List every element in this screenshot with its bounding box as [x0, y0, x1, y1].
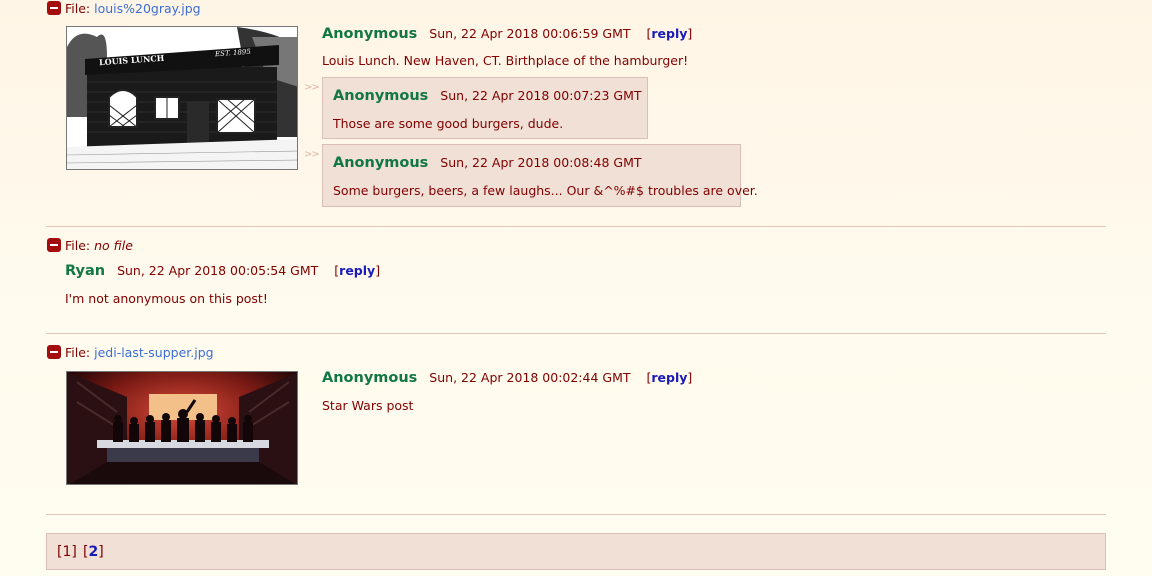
poster-name: Anonymous — [322, 26, 418, 42]
reply-post: Anonymous Sun, 22 Apr 2018 00:08:48 GMT … — [322, 144, 758, 207]
collapse-post-icon[interactable] — [47, 345, 61, 359]
reply-link[interactable]: reply — [651, 26, 687, 41]
file-link[interactable]: louis%20gray.jpg — [94, 1, 200, 16]
file-info: File: jedi-last-supper.jpg — [65, 345, 214, 360]
post-divider — [46, 333, 1106, 334]
reply-message: Those are some good burgers, dude. — [333, 116, 564, 131]
no-file-text: no file — [94, 238, 133, 253]
reply-arrows: >> — [304, 82, 320, 93]
reply-date: Sun, 22 Apr 2018 00:08:48 GMT — [440, 155, 642, 170]
page-current: [1] — [57, 544, 77, 560]
reply-header: Anonymous Sun, 22 Apr 2018 00:08:48 GMT — [333, 155, 642, 171]
post-image-louis-lunch[interactable]: LOUIS LUNCH EST. 1895 — [66, 26, 298, 170]
file-label: File: — [65, 238, 91, 253]
post-date: Sun, 22 Apr 2018 00:05:54 GMT — [117, 263, 319, 278]
reply-message: Some burgers, beers, a few laughs... Our… — [333, 183, 758, 198]
post-message: I'm not anonymous on this post! — [65, 291, 268, 306]
file-label: File: — [65, 345, 91, 360]
reply-poster-name: Anonymous — [333, 88, 429, 104]
page-link-wrap: [2] — [83, 544, 104, 560]
collapse-post-icon[interactable] — [47, 1, 61, 15]
reply-arrows: >> — [304, 149, 320, 160]
poster-name: Ryan — [65, 263, 106, 279]
post-header: Anonymous Sun, 22 Apr 2018 00:02:44 GMT … — [322, 370, 692, 386]
post-header: Anonymous Sun, 22 Apr 2018 00:06:59 GMT … — [322, 26, 692, 42]
reply-post: Anonymous Sun, 22 Apr 2018 00:07:23 GMT … — [322, 77, 648, 139]
post-divider — [46, 514, 1106, 515]
poster-name: Anonymous — [322, 370, 418, 386]
reply-control: [reply] — [646, 26, 693, 41]
reply-control: [reply] — [334, 263, 381, 278]
reply-header: Anonymous Sun, 22 Apr 2018 00:07:23 GMT — [333, 88, 642, 104]
page-2-link[interactable]: 2 — [88, 544, 98, 560]
post-date: Sun, 22 Apr 2018 00:02:44 GMT — [429, 370, 631, 385]
reply-link[interactable]: reply — [339, 263, 375, 278]
pagination: [1] [2] — [46, 533, 1106, 570]
file-link[interactable]: jedi-last-supper.jpg — [94, 345, 213, 360]
reply-date: Sun, 22 Apr 2018 00:07:23 GMT — [440, 88, 642, 103]
post-message: Star Wars post — [322, 398, 414, 413]
file-label: File: — [65, 1, 91, 16]
reply-control: [reply] — [646, 370, 693, 385]
post-image-jedi-last-supper[interactable] — [66, 371, 298, 485]
reply-poster-name: Anonymous — [333, 155, 429, 171]
collapse-post-icon[interactable] — [47, 238, 61, 252]
post-header: Ryan Sun, 22 Apr 2018 00:05:54 GMT [repl… — [65, 263, 380, 279]
post-message: Louis Lunch. New Haven, CT. Birthplace o… — [322, 53, 689, 68]
jedi-last-supper-image — [67, 372, 297, 484]
post-date: Sun, 22 Apr 2018 00:06:59 GMT — [429, 26, 631, 41]
louis-lunch-image — [67, 27, 297, 169]
file-info: File: louis%20gray.jpg — [65, 1, 201, 16]
reply-link[interactable]: reply — [651, 370, 687, 385]
file-info: File: no file — [65, 238, 133, 253]
post-divider — [46, 226, 1106, 227]
